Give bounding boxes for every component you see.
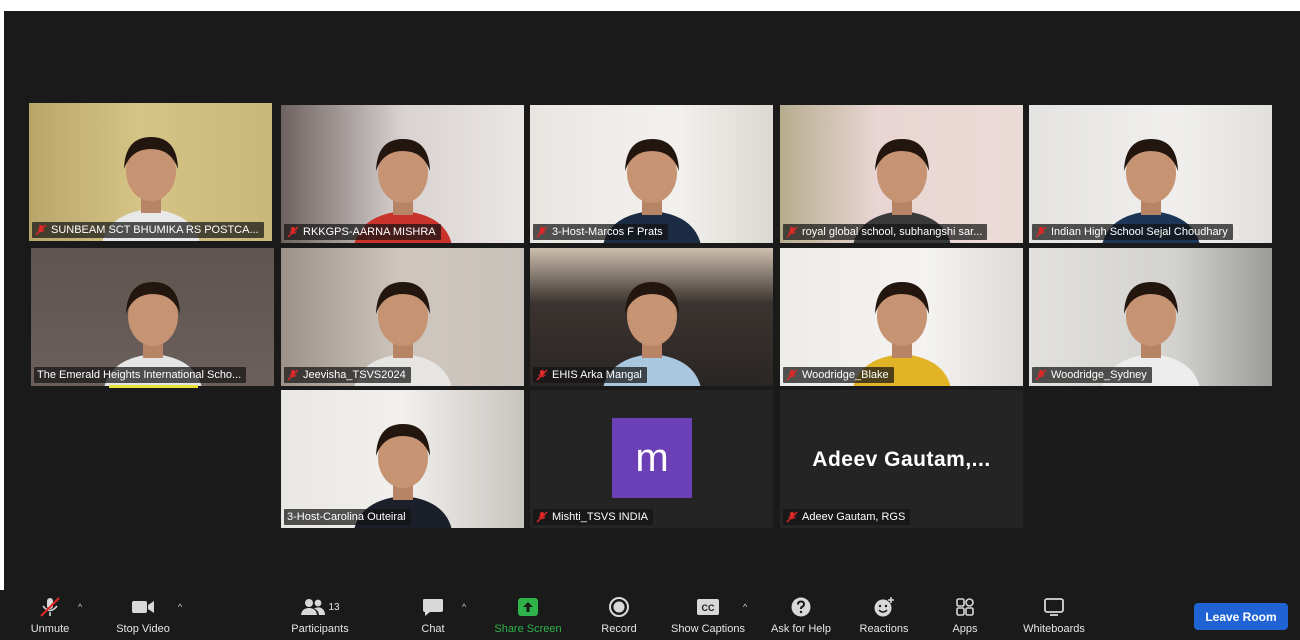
show-captions-button[interactable]: CC Show Captions (668, 594, 748, 635)
mic-muted-icon (536, 226, 548, 238)
video-tile[interactable]: m Mishti_TSVS INDIA (530, 390, 773, 528)
mic-muted-icon (37, 594, 63, 620)
closed-captions-icon: CC (695, 594, 721, 620)
avatar: m (612, 418, 692, 498)
video-tile[interactable]: EHIS Arka Mangal (530, 248, 773, 386)
participant-name-tag: The Emerald Heights International Scho..… (34, 367, 247, 383)
mic-muted-icon (1035, 226, 1047, 238)
participant-name-tag: RKKGPS-AARNA MISHRA (284, 224, 441, 240)
participant-name-tag: 3-Host-Carolina Outeiral (284, 509, 411, 525)
mic-muted-icon (536, 369, 548, 381)
svg-text:CC: CC (702, 603, 715, 613)
mic-muted-icon (287, 369, 299, 381)
apps-button[interactable]: Apps (925, 594, 1005, 635)
participant-name-tag: royal global school, subhangshi sar... (783, 224, 988, 240)
meeting-toolbar: Unmute ^ Stop Video ^ 13 Participants Ch… (0, 590, 1300, 640)
apps-icon (954, 594, 976, 620)
whiteboards-button[interactable]: Whiteboards (1014, 594, 1094, 635)
chat-button[interactable]: Chat (393, 594, 473, 635)
video-tile[interactable]: Woodridge_Blake (780, 248, 1023, 386)
mic-muted-icon (786, 226, 798, 238)
video-tile[interactable]: 3-Host-Marcos F Prats (530, 105, 773, 243)
video-tile[interactable]: Jeevisha_TSVS2024 (281, 248, 524, 386)
participants-count: 13 (328, 601, 340, 613)
participant-name-tag: Adeev Gautam, RGS (783, 509, 911, 525)
video-options-chevron-up-icon[interactable]: ^ (178, 602, 182, 612)
participants-icon (301, 599, 326, 615)
video-tile[interactable]: Adeev Gautam,... Adeev Gautam, RGS (780, 390, 1023, 528)
captions-options-chevron-up-icon[interactable]: ^ (743, 602, 747, 612)
participant-name-tag: SUNBEAM SCT BHUMIKA RS POSTCA... (32, 222, 264, 238)
participant-display-name: Adeev Gautam,... (812, 448, 991, 471)
mic-muted-icon (1035, 369, 1047, 381)
reactions-button[interactable]: Reactions (844, 594, 924, 635)
mic-muted-icon (786, 511, 798, 523)
chat-options-chevron-up-icon[interactable]: ^ (462, 602, 466, 612)
share-screen-icon (516, 594, 540, 620)
video-tile[interactable]: Woodridge_Sydney (1029, 248, 1272, 386)
speaking-indicator (109, 385, 198, 388)
smiley-plus-icon (872, 594, 896, 620)
share-screen-button[interactable]: Share Screen (488, 594, 568, 635)
video-tile[interactable]: royal global school, subhangshi sar... (780, 105, 1023, 243)
whiteboard-icon (1042, 594, 1066, 620)
participant-name-tag: Woodridge_Blake (783, 367, 894, 383)
help-question-icon (790, 594, 812, 620)
unmute-button[interactable]: Unmute (10, 594, 90, 635)
participant-name-tag: Indian High School Sejal Choudhary (1032, 224, 1233, 240)
mic-muted-icon (536, 511, 548, 523)
chat-bubble-icon (421, 594, 445, 620)
video-camera-icon (129, 594, 157, 620)
participant-name-tag: Jeevisha_TSVS2024 (284, 367, 411, 383)
video-tile[interactable]: 3-Host-Carolina Outeiral (281, 390, 524, 528)
participant-name-tag: 3-Host-Marcos F Prats (533, 224, 668, 240)
leave-room-button[interactable]: Leave Room (1194, 603, 1288, 630)
mic-muted-icon (786, 369, 798, 381)
video-tile[interactable]: SUNBEAM SCT BHUMIKA RS POSTCA... (29, 103, 272, 241)
video-tile[interactable]: Indian High School Sejal Choudhary (1029, 105, 1272, 243)
mic-muted-icon (287, 226, 299, 238)
mic-muted-icon (35, 224, 47, 236)
stop-video-button[interactable]: Stop Video (103, 594, 183, 635)
record-button[interactable]: Record (579, 594, 659, 635)
participant-name-tag: Mishti_TSVS INDIA (533, 509, 653, 525)
video-tile[interactable]: RKKGPS-AARNA MISHRA (281, 105, 524, 243)
video-tile[interactable]: The Emerald Heights International Scho..… (31, 248, 274, 386)
participant-name-tag: Woodridge_Sydney (1032, 367, 1152, 383)
record-icon (608, 594, 630, 620)
ask-for-help-button[interactable]: Ask for Help (761, 594, 841, 635)
participants-button[interactable]: 13 Participants (280, 594, 360, 635)
audio-options-chevron-up-icon[interactable]: ^ (78, 602, 82, 612)
participant-name-tag: EHIS Arka Mangal (533, 367, 647, 383)
